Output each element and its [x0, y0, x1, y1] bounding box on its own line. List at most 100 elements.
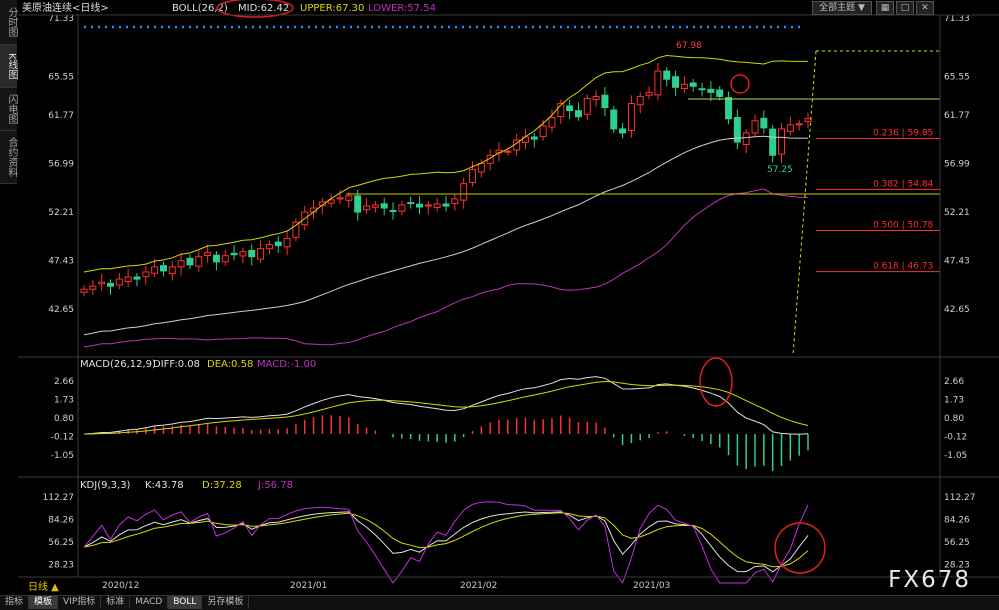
- candle: [636, 92, 644, 114]
- y-tick-left: 56.99: [48, 160, 74, 170]
- candle: [769, 125, 777, 163]
- y-tick-right: 52.21: [944, 208, 970, 218]
- macd-diff-label: DIFF:0.08: [153, 359, 200, 370]
- kdj-y-tick-left: 112.27: [43, 493, 75, 503]
- candle: [716, 85, 724, 101]
- candle: [98, 273, 106, 291]
- candle: [619, 122, 627, 139]
- macd-y-tick-right: 0.80: [944, 414, 964, 424]
- chart-area[interactable]: 美原油连续<日线> BOLL(26,2) MID:62.42 UPPER:67.…: [0, 0, 999, 595]
- candle: [310, 199, 318, 220]
- kdj-d-label: D:37.28: [202, 480, 242, 491]
- fib-label: 0.382 | 54.84: [873, 179, 934, 189]
- macd-y-tick-left: -1.05: [51, 451, 74, 461]
- candle: [407, 196, 415, 209]
- kdj-k-label: K:43.78: [145, 480, 184, 491]
- candle: [380, 197, 388, 216]
- candle: [230, 245, 238, 261]
- kdj-y-tick-right: 56.25: [944, 538, 970, 548]
- candle: [433, 197, 441, 212]
- candle: [239, 247, 247, 264]
- kdj-y-tick-left: 28.23: [48, 560, 74, 570]
- candle: [265, 240, 273, 255]
- candle: [610, 105, 618, 133]
- candle: [398, 200, 406, 216]
- candle: [80, 285, 88, 297]
- candle: [583, 94, 591, 120]
- macd-y-tick-right: 1.73: [944, 395, 964, 405]
- candle: [248, 244, 256, 266]
- candle: [442, 195, 450, 212]
- macd-y-tick-left: -0.12: [51, 432, 74, 442]
- candle: [195, 250, 203, 272]
- candle: [257, 240, 265, 264]
- tab-indicator[interactable]: 指标: [0, 596, 30, 609]
- candle: [742, 128, 750, 154]
- symbol-title: 美原油连续<日线>: [22, 1, 109, 14]
- candle: [804, 112, 812, 129]
- tab-save-template[interactable]: 另存模板: [202, 596, 250, 609]
- kdj-y-tick-right: 112.27: [944, 493, 976, 503]
- kdj-y-tick-right: 84.26: [944, 516, 970, 526]
- candle: [274, 236, 282, 253]
- kdj-j-label: J:56.78: [257, 480, 293, 491]
- y-tick-left: 61.77: [48, 111, 74, 121]
- fib-label: 0.618 | 46.73: [873, 262, 933, 272]
- candle: [424, 200, 432, 215]
- period-label[interactable]: 日线 ▲: [28, 580, 59, 593]
- candle: [663, 67, 671, 87]
- kdj-y-tick-left: 84.26: [48, 516, 74, 526]
- x-date-2: 2021/01: [290, 581, 327, 591]
- candle: [725, 91, 733, 125]
- candle: [504, 147, 512, 156]
- candle: [389, 202, 397, 220]
- macd-y-tick-right: -0.12: [944, 432, 967, 442]
- macd-value-label: MACD:-1.00: [257, 359, 316, 370]
- macd-y-tick-left: 2.66: [54, 377, 74, 387]
- candle: [142, 265, 150, 286]
- y-tick-left: 42.65: [48, 305, 74, 315]
- y-tick-left: 65.55: [48, 73, 74, 83]
- fib-label: 0.236 | 59.85: [873, 128, 933, 138]
- candle: [521, 128, 529, 150]
- y-tick-right: 61.77: [944, 111, 970, 121]
- tab-standard[interactable]: 标准: [101, 596, 131, 609]
- candle: [751, 114, 759, 138]
- tab-macd[interactable]: MACD: [130, 596, 169, 609]
- boll-mid-label: MID:62.42: [238, 3, 289, 14]
- candle: [627, 95, 635, 138]
- candle: [689, 78, 697, 92]
- tab-template[interactable]: 模板: [29, 596, 59, 609]
- macd-y-tick-right: 2.66: [944, 377, 964, 387]
- candle: [186, 254, 194, 269]
- candles: [80, 62, 812, 297]
- x-date-4: 2021/03: [633, 581, 670, 591]
- y-tick-left: 47.43: [48, 257, 74, 267]
- macd-y-tick-right: -1.05: [944, 451, 967, 461]
- tab-boll[interactable]: BOLL: [168, 596, 203, 609]
- kdj-cross-circle: [774, 522, 826, 574]
- watermark-logo: FX678: [888, 567, 971, 593]
- boll-upper-label: UPPER:67.30: [300, 3, 364, 14]
- candle: [283, 230, 291, 256]
- candle: [115, 272, 123, 290]
- candle: [733, 109, 741, 150]
- macd-y-tick-left: 1.73: [54, 395, 74, 405]
- candle: [680, 76, 688, 93]
- kdj-y-tick-left: 56.25: [48, 538, 74, 548]
- candle: [371, 200, 379, 213]
- low-annotation: 57.25: [767, 165, 793, 175]
- candle: [672, 70, 680, 96]
- kdj-j-line: [83, 501, 809, 585]
- boll-upper-line: [83, 54, 808, 273]
- candle: [530, 132, 538, 148]
- candle: [592, 90, 600, 107]
- candle: [786, 116, 794, 136]
- candle: [460, 177, 468, 209]
- candle: [468, 161, 476, 187]
- candle: [795, 119, 803, 131]
- tab-vip-indicator[interactable]: VIP指标: [58, 596, 102, 609]
- macd-y-tick-left: 0.80: [54, 414, 74, 424]
- candle: [654, 62, 662, 101]
- y-tick-right: 65.55: [944, 73, 970, 83]
